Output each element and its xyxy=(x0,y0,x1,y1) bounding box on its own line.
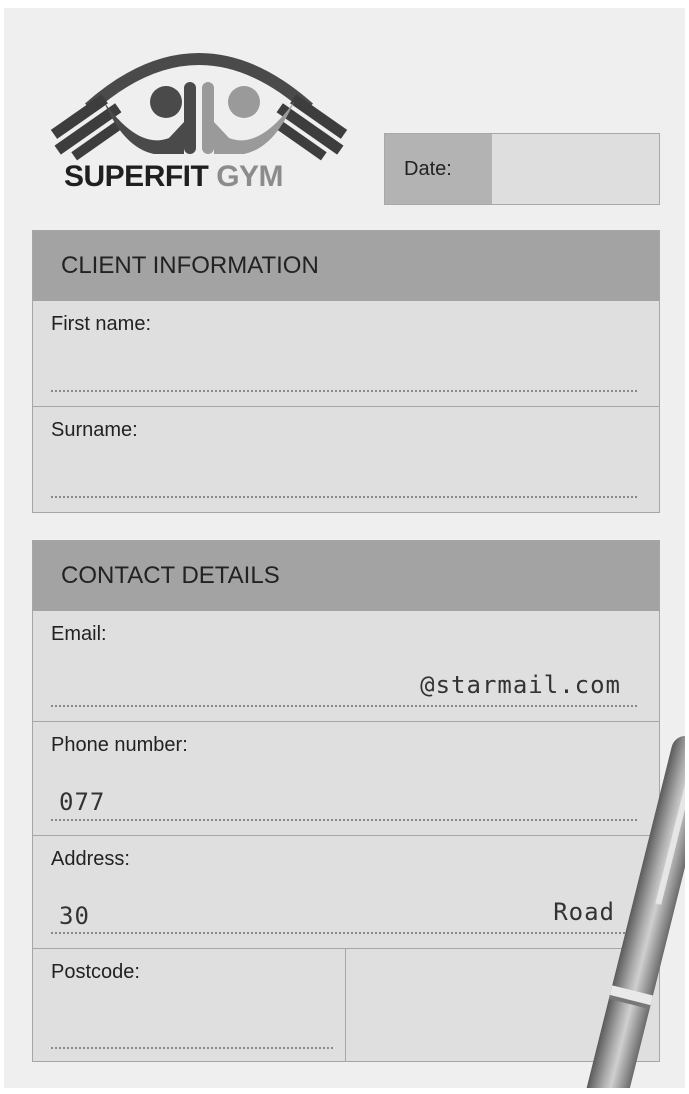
email-value: @starmail.com xyxy=(420,671,621,699)
phone-number-label: Phone number: xyxy=(51,734,188,756)
email-label: Email: xyxy=(51,623,107,645)
postcode-field[interactable]: Postcode: xyxy=(33,949,346,1061)
postcode-label: Postcode: xyxy=(51,961,140,983)
first-name-line xyxy=(51,390,637,392)
phone-number-line xyxy=(51,819,637,821)
postcode-line xyxy=(51,1047,333,1049)
address-value-start: 30 xyxy=(59,902,90,930)
phone-number-value: 077 xyxy=(59,788,106,816)
surname-label: Surname: xyxy=(51,419,138,441)
client-information-section: CLIENT INFORMATION First name: Surname: xyxy=(32,230,660,513)
pen-icon xyxy=(581,736,685,1088)
surname-line xyxy=(51,496,637,498)
brand-name: SUPERFIT GYM xyxy=(64,160,284,194)
email-line xyxy=(51,705,637,707)
date-field[interactable] xyxy=(492,134,659,204)
contact-details-title: CONTACT DETAILS xyxy=(33,541,659,611)
first-name-label: First name: xyxy=(51,313,152,335)
date-box: Date: xyxy=(384,133,660,205)
address-label: Address: xyxy=(51,848,130,870)
address-line xyxy=(51,932,637,934)
first-name-field[interactable]: First name: xyxy=(33,301,659,406)
date-label: Date: xyxy=(385,134,492,204)
brand-name-dark: SUPERFIT xyxy=(64,160,209,193)
registration-form: SUPERFIT GYM Date: CLIENT INFORMATION Fi… xyxy=(4,8,685,1088)
surname-field[interactable]: Surname: xyxy=(33,406,659,512)
client-information-title: CLIENT INFORMATION xyxy=(33,231,659,301)
brand-name-light: GYM xyxy=(216,160,284,193)
